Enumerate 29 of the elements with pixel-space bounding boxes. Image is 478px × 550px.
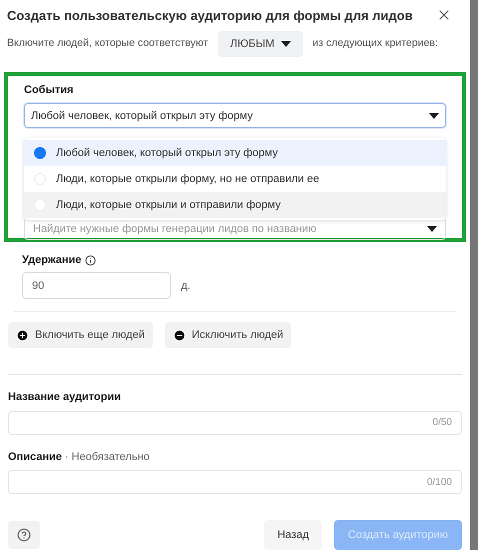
placeholder-text: Найдите нужные формы генерации лидов по названию — [33, 222, 316, 237]
events-select[interactable]: Любой человек, который открыл эту форму — [24, 103, 446, 128]
menu-option[interactable]: Люди, которые открыли и отправили форму — [24, 192, 446, 218]
field-label: События — [24, 82, 74, 98]
field-label: Удержание — [22, 252, 82, 268]
unit-text: д. — [181, 278, 190, 294]
caret-icon — [280, 40, 291, 47]
criteria-text: Включите людей, которые соответствуют — [7, 36, 208, 51]
dialog-title: Создать пользовательскую аудиторию для формы для лидов — [7, 6, 413, 25]
include-button[interactable]: Включить еще людей — [8, 322, 153, 348]
exclude-button[interactable]: Исключить людей — [164, 322, 292, 348]
caret-icon — [429, 112, 439, 119]
caret-icon — [427, 226, 437, 232]
separator-dot: · — [64, 450, 69, 465]
retention-field[interactable]: 90 — [22, 272, 171, 300]
field-label: Название аудитории — [7, 390, 122, 406]
plus-icon — [16, 328, 29, 342]
back-button[interactable]: Назад — [264, 520, 322, 550]
radio-icon — [34, 147, 46, 160]
info-icon[interactable] — [85, 254, 96, 266]
menu-option[interactable]: Любой человек, который открыл эту форму — [24, 140, 446, 166]
minus-icon — [172, 328, 186, 342]
field-label: Описание — [8, 450, 62, 465]
criteria-text: из следующих критериев: — [312, 36, 438, 51]
optional-hint: Необязательно — [72, 450, 150, 465]
help-button[interactable] — [8, 521, 40, 549]
match-dropdown[interactable]: ЛЮБЫМ — [218, 30, 303, 57]
help-icon — [17, 528, 31, 542]
menu-option[interactable]: Люди, которые открыли форму, но не отправили ее — [24, 166, 446, 192]
